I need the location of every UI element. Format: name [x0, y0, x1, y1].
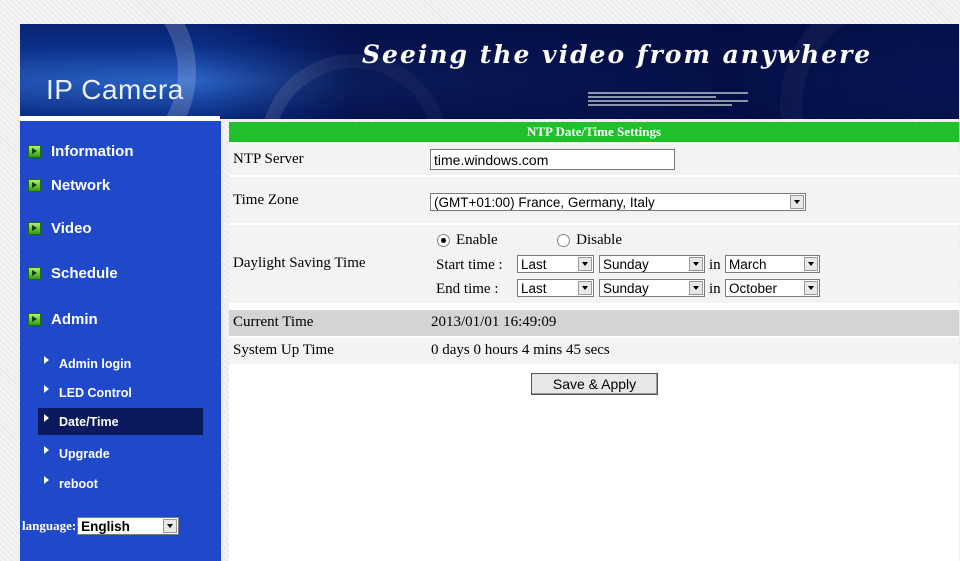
- banner-slogan: Seeing the video from anywhere: [362, 40, 873, 69]
- chevron-down-icon[interactable]: [804, 281, 818, 295]
- ntp-server-row: NTP Server: [229, 144, 959, 175]
- sidebar-top-line: [20, 119, 221, 121]
- green-arrow-icon: [28, 267, 41, 280]
- sidebar-item-label: Information: [51, 143, 134, 160]
- banner-brand: IP Camera: [46, 74, 184, 105]
- dst-label: Daylight Saving Time: [233, 255, 366, 271]
- time-zone-row: Time Zone (GMT+01:00) France, Germany, I…: [229, 177, 959, 223]
- sidebar-subitem-label: reboot: [59, 477, 98, 491]
- chevron-down-icon[interactable]: [689, 257, 703, 271]
- current-time-value: 2013/01/01 16:49:09: [431, 314, 557, 330]
- end-month-value: October: [729, 280, 778, 296]
- start-month-value: March: [729, 256, 767, 272]
- sidebar-item-network[interactable]: Network: [28, 177, 110, 194]
- time-zone-select-value: (GMT+01:00) France, Germany, Italy: [434, 194, 655, 210]
- time-zone-label: Time Zone: [233, 192, 299, 208]
- header-banner: Seeing the video from anywhere IP Camera: [20, 24, 959, 119]
- end-in-label: in: [709, 281, 721, 297]
- dst-row: Daylight Saving Time Enable Disable Star…: [229, 225, 959, 303]
- sidebar-item-label: Video: [51, 220, 92, 237]
- sidebar-subitem-admin-login[interactable]: Admin login: [44, 354, 203, 374]
- start-in-label: in: [709, 257, 721, 273]
- triangle-bullet-icon: [44, 413, 49, 422]
- dst-disable-label: Disable: [576, 232, 622, 248]
- start-week-select[interactable]: Last: [517, 255, 594, 273]
- chevron-down-icon[interactable]: [804, 257, 818, 271]
- sidebar-subitem-label: Upgrade: [59, 447, 110, 461]
- uptime-value: 0 days 0 hours 4 mins 45 secs: [431, 342, 610, 358]
- sidebar-item-label: Network: [51, 177, 111, 194]
- start-time-label: Start time :: [436, 257, 503, 273]
- current-time-row: Current Time 2013/01/01 16:49:09: [229, 310, 959, 336]
- start-week-value: Last: [521, 256, 547, 272]
- save-apply-button[interactable]: Save & Apply: [531, 373, 658, 395]
- settings-panel: NTP Date/Time Settings NTP Server Time Z…: [229, 122, 959, 561]
- chevron-down-icon[interactable]: [689, 281, 703, 295]
- sidebar-subitem-led-control[interactable]: LED Control: [44, 383, 203, 403]
- banner-fine-print: [588, 90, 748, 108]
- green-arrow-icon: [28, 145, 41, 158]
- panel-title: NTP Date/Time Settings: [229, 122, 959, 142]
- language-selector: language: English: [22, 517, 180, 535]
- sidebar-item-video[interactable]: Video: [28, 220, 92, 237]
- sidebar-item-label: Schedule: [51, 265, 118, 282]
- end-week-select[interactable]: Last: [517, 279, 594, 297]
- dst-disable-radio[interactable]: [557, 234, 571, 248]
- start-day-select[interactable]: Sunday: [599, 255, 705, 273]
- sidebar: Information Network Video Schedule Admin…: [20, 119, 221, 561]
- sidebar-subitem-label: LED Control: [59, 386, 132, 400]
- sidebar-subitem-label: Admin login: [59, 357, 132, 371]
- end-day-select[interactable]: Sunday: [599, 279, 705, 297]
- triangle-bullet-icon: [44, 446, 49, 454]
- chevron-down-icon[interactable]: [578, 281, 592, 295]
- sidebar-subitem-label: Date/Time: [59, 414, 119, 429]
- triangle-bullet-icon: [44, 356, 49, 364]
- sidebar-item-information[interactable]: Information: [28, 143, 134, 160]
- green-arrow-icon: [28, 313, 41, 326]
- chevron-down-icon[interactable]: [163, 519, 178, 533]
- dst-enable-label: Enable: [456, 232, 498, 248]
- dst-radio-group: Enable Disable: [437, 232, 622, 249]
- ntp-server-input[interactable]: [430, 149, 675, 170]
- dst-enable-radio[interactable]: [437, 234, 450, 248]
- language-select[interactable]: English: [77, 517, 180, 535]
- triangle-bullet-icon: [44, 385, 49, 393]
- end-month-select[interactable]: October: [725, 279, 820, 297]
- sidebar-subitem-upgrade[interactable]: Upgrade: [44, 444, 203, 464]
- sidebar-item-admin[interactable]: Admin: [28, 311, 98, 328]
- chevron-down-icon[interactable]: [578, 257, 592, 271]
- language-label: language:: [22, 518, 77, 533]
- end-day-value: Sunday: [603, 280, 649, 296]
- green-arrow-icon: [28, 179, 41, 192]
- chevron-down-icon[interactable]: [790, 195, 804, 209]
- time-zone-select[interactable]: (GMT+01:00) France, Germany, Italy: [430, 193, 806, 211]
- sidebar-item-schedule[interactable]: Schedule: [28, 265, 118, 282]
- sidebar-subitem-date-time[interactable]: Date/Time: [38, 408, 203, 435]
- ntp-server-label: NTP Server: [233, 151, 304, 167]
- end-week-value: Last: [521, 280, 547, 296]
- uptime-row: System Up Time 0 days 0 hours 4 mins 45 …: [229, 338, 959, 364]
- start-month-select[interactable]: March: [725, 255, 820, 273]
- current-time-label: Current Time: [233, 314, 314, 330]
- sidebar-subitem-reboot[interactable]: reboot: [44, 474, 203, 494]
- sidebar-item-label: Admin: [51, 311, 98, 328]
- triangle-bullet-icon: [44, 476, 49, 484]
- uptime-label: System Up Time: [233, 342, 334, 358]
- end-time-label: End time :: [436, 281, 499, 297]
- language-select-value: English: [81, 518, 130, 534]
- green-arrow-icon: [28, 222, 41, 235]
- start-day-value: Sunday: [603, 256, 649, 272]
- banner-shade: [200, 24, 959, 119]
